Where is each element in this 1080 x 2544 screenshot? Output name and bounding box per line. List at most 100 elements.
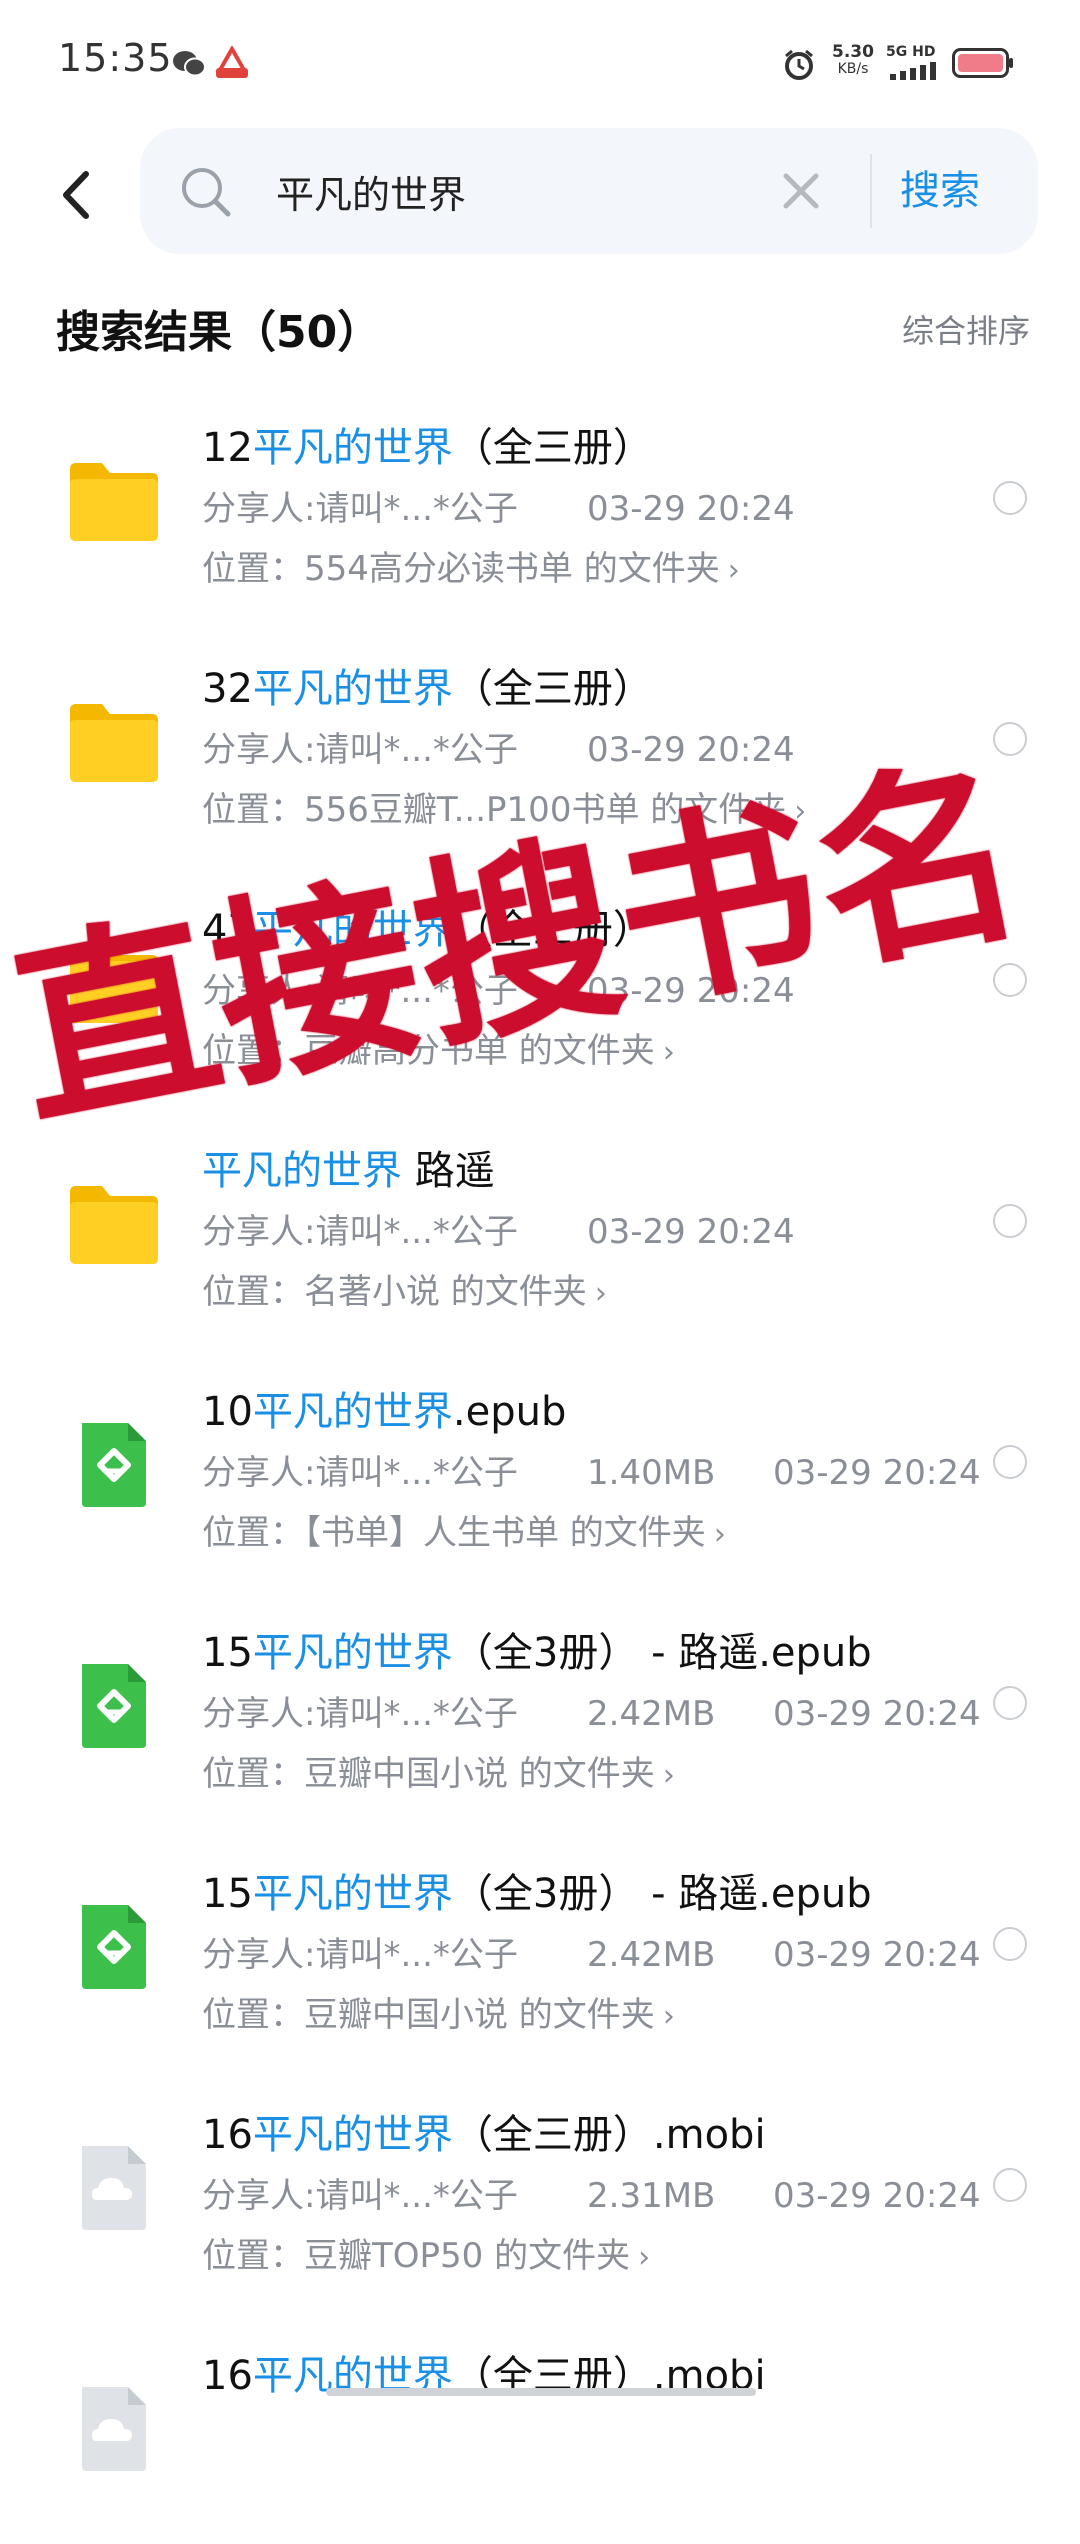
select-radio[interactable] <box>993 1445 1027 1479</box>
item-title-suffix: （全3册） - 路遥.epub <box>452 1630 872 1676</box>
list-item[interactable]: 15平凡的世界（全3册） - 路遥.epub 分享人:请叫*...*公子 2.42M… <box>0 1821 1080 2062</box>
select-radio[interactable] <box>993 481 1027 515</box>
list-item[interactable]: 16平凡的世界（全三册）.mobi 分享人:请叫*...*公子 2.31MB 03-2… <box>0 2062 1080 2303</box>
item-title: 15平凡的世界（全3册） - 路遥.epub <box>202 1861 872 1919</box>
item-date: 03-29 20:24 <box>587 489 795 529</box>
item-title-highlight: 平凡的世界 <box>252 1630 453 1676</box>
item-sharer: 分享人:请叫*...*公子 <box>202 1694 518 1734</box>
item-location: 位置：豆瓣TOP50 的文件夹 <box>202 2236 631 2276</box>
select-radio[interactable] <box>993 1686 1027 1720</box>
signal-icon: 5G HD <box>886 44 940 80</box>
item-title-prefix: 12 <box>202 425 253 471</box>
item-title-highlight: 平凡的世界 <box>252 1389 453 1435</box>
list-item[interactable]: 15平凡的世界（全3册） - 路遥.epub 分享人:请叫*...*公子 2.42M… <box>0 1580 1080 1821</box>
search-button[interactable]: 搜索 <box>900 156 980 226</box>
select-radio[interactable] <box>993 2168 1027 2202</box>
item-location-link[interactable]: 位置：名著小说 的文件夹 › <box>202 1264 607 1313</box>
item-location: 位置：豆瓣中国小说 的文件夹 <box>202 1995 655 2035</box>
item-title-suffix: （全三册） <box>452 666 653 712</box>
item-meta: 分享人:请叫*...*公子 03-29 20:24 <box>202 722 795 771</box>
chevron-right-icon: › <box>662 1999 675 2034</box>
select-radio[interactable] <box>993 1927 1027 1961</box>
item-date: 03-29 20:24 <box>587 730 795 770</box>
item-title-suffix: .epub <box>452 1389 567 1435</box>
item-title-highlight: 平凡的世界 <box>252 2112 453 2158</box>
item-location-link[interactable]: 位置：豆瓣中国小说 的文件夹 › <box>202 1746 675 1795</box>
item-location-link[interactable]: 位置：豆瓣TOP50 的文件夹 › <box>202 2228 650 2277</box>
item-location-link[interactable]: 位置：豆瓣中国小说 的文件夹 › <box>202 1987 675 2036</box>
app-notification-icon <box>216 46 248 78</box>
search-bar: 搜索 <box>140 128 1038 254</box>
folder-icon <box>66 455 162 545</box>
item-location-link[interactable]: 位置：554高分必读书单 的文件夹 › <box>202 541 740 590</box>
item-title-suffix: 路遥 <box>402 1148 495 1194</box>
list-item[interactable]: 12平凡的世界（全三册） 分享人:请叫*...*公子 03-29 20:24 位置：5… <box>0 375 1080 616</box>
item-location: 位置：554高分必读书单 的文件夹 <box>202 549 720 589</box>
folder-icon <box>66 1178 162 1268</box>
list-item[interactable]: 16平凡的世界（全三册）.mobi <box>0 2303 1080 2544</box>
epub-icon <box>66 1660 162 1750</box>
status-bar: 15:35 5.30 KB/s 5G HD <box>0 0 1080 120</box>
item-meta: 分享人:请叫*...*公子 03-29 20:24 <box>202 481 795 530</box>
cloud-file-icon <box>66 2142 162 2232</box>
alarm-icon <box>785 49 813 80</box>
back-arrow-icon[interactable] <box>54 160 104 230</box>
chevron-right-icon: › <box>638 2240 651 2275</box>
item-title-highlight: 平凡的世界 <box>252 666 453 712</box>
item-size: 2.31MB <box>587 2176 716 2216</box>
item-sharer: 分享人:请叫*...*公子 <box>202 1935 518 1975</box>
results-list: 12平凡的世界（全三册） 分享人:请叫*...*公子 03-29 20:24 位置：5… <box>0 375 1080 2544</box>
item-sharer: 分享人:请叫*...*公子 <box>202 489 518 529</box>
item-date: 03-29 20:24 <box>773 2176 981 2216</box>
item-date: 03-29 20:24 <box>773 1694 981 1734</box>
item-meta: 分享人:请叫*...*公子 2.42MB 03-29 20:24 <box>202 1927 981 1976</box>
chevron-right-icon: › <box>662 1035 675 1070</box>
item-location: 位置：豆瓣中国小说 的文件夹 <box>202 1754 655 1794</box>
item-sharer: 分享人:请叫*...*公子 <box>202 2176 518 2216</box>
chevron-right-icon: › <box>594 1276 607 1311</box>
item-sharer: 分享人:请叫*...*公子 <box>202 1212 518 1252</box>
item-location-link[interactable]: 位置：【书单】人生书单 的文件夹 › <box>202 1505 726 1554</box>
item-size: 2.42MB <box>587 1935 716 1975</box>
item-sharer: 分享人:请叫*...*公子 <box>202 730 518 770</box>
search-divider <box>870 154 872 228</box>
item-date: 03-29 20:24 <box>773 1453 981 1493</box>
wechat-icon <box>173 51 206 77</box>
folder-icon <box>66 696 162 786</box>
item-title-prefix: 10 <box>202 1389 253 1435</box>
item-title-highlight: 平凡的世界 <box>252 425 453 471</box>
item-date: 03-29 20:24 <box>587 1212 795 1252</box>
select-radio[interactable] <box>993 1204 1027 1238</box>
chevron-right-icon: › <box>713 1517 726 1552</box>
item-title: 15平凡的世界（全3册） - 路遥.epub <box>202 1620 872 1678</box>
item-title: 32平凡的世界（全三册） <box>202 656 653 714</box>
net-speed-unit: KB/s <box>837 61 869 77</box>
list-item[interactable]: 10平凡的世界.epub 分享人:请叫*...*公子 1.40MB 03-29 20:… <box>0 1339 1080 1580</box>
net-speed: 5.30 KB/s <box>828 44 878 78</box>
epub-icon <box>66 1901 162 1991</box>
item-title-prefix: 16 <box>202 2353 253 2399</box>
list-item[interactable]: 平凡的世界 路遥分享人:请叫*...*公子 03-29 20:24 位置：名著小说 … <box>0 1098 1080 1339</box>
item-title-prefix: 16 <box>202 2112 253 2158</box>
close-icon[interactable] <box>780 170 822 212</box>
item-title: 10平凡的世界.epub <box>202 1379 566 1437</box>
item-location: 位置：【书单】人生书单 的文件夹 <box>202 1513 706 1553</box>
item-title: 12平凡的世界（全三册） <box>202 415 653 473</box>
item-meta: 分享人:请叫*...*公子 1.40MB 03-29 20:24 <box>202 1445 981 1494</box>
item-title-highlight: 平凡的世界 <box>202 1148 402 1194</box>
item-title-prefix: 32 <box>202 666 253 712</box>
chevron-right-icon: › <box>727 553 740 588</box>
results-title: 搜索结果（50） <box>56 307 382 358</box>
epub-icon <box>66 1419 162 1509</box>
home-indicator[interactable] <box>326 2388 756 2396</box>
item-title: 平凡的世界 路遥 <box>202 1138 495 1196</box>
cloud-file-icon <box>66 2383 162 2473</box>
item-title-suffix: （全三册）.mobi <box>452 2112 766 2158</box>
search-icon <box>182 168 231 217</box>
item-title-suffix: （全三册） <box>452 425 653 471</box>
item-date: 03-29 20:24 <box>773 1935 981 1975</box>
sort-button[interactable]: 综合排序 <box>902 306 1030 352</box>
item-size: 2.42MB <box>587 1694 716 1734</box>
item-title: 16平凡的世界（全三册）.mobi <box>202 2102 766 2160</box>
item-title-prefix: 15 <box>202 1630 253 1676</box>
